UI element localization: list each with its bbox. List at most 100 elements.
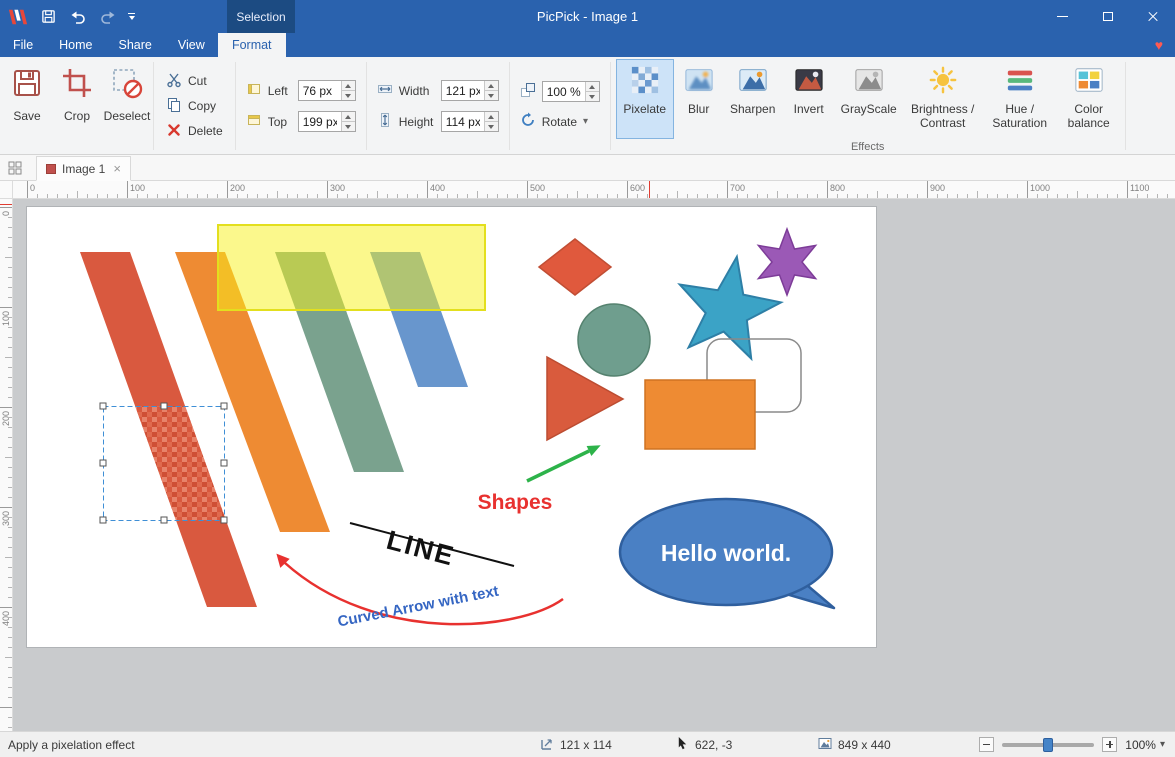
scale-spin-arrows — [585, 82, 599, 101]
speech-bubble-text: Hello world. — [661, 540, 791, 566]
top-spin-up[interactable] — [342, 112, 355, 122]
height-input[interactable] — [442, 112, 484, 131]
ribbon-separator — [153, 62, 154, 150]
grayscale-icon — [854, 65, 884, 99]
clipboard-group: Cut Copy Delete — [155, 58, 234, 154]
save-icon[interactable] — [38, 6, 58, 28]
heart-icon[interactable]: ♥ — [1155, 33, 1163, 57]
left-position-row: Left — [246, 80, 356, 101]
chevron-down-icon: ▾ — [1160, 739, 1165, 750]
copy-button[interactable]: Copy — [166, 97, 223, 116]
tab-view[interactable]: View — [165, 33, 218, 57]
window-layout-icon[interactable] — [0, 155, 30, 180]
pixelate-button[interactable]: Pixelate — [616, 59, 674, 139]
curved-arrow-path — [285, 563, 563, 624]
canvas[interactable]: Shapes LINE Curved Arrow with text Hello… — [27, 207, 876, 647]
sharpen-icon — [738, 65, 768, 99]
brightness-sun-icon — [928, 65, 958, 99]
rotate-button[interactable]: Rotate ▾ — [520, 112, 600, 131]
status-hint: Apply a pixelation effect — [8, 732, 135, 757]
left-spinbox — [298, 80, 356, 101]
diamond-shape — [539, 239, 611, 295]
hue-saturation-button[interactable]: Hue / Saturation — [984, 59, 1056, 139]
save-file-icon — [11, 67, 43, 102]
document-tab-image1[interactable]: Image 1 × — [36, 156, 131, 181]
close-button[interactable] — [1130, 0, 1175, 33]
top-input[interactable] — [299, 112, 341, 131]
height-spin-down[interactable] — [485, 122, 498, 131]
status-bar: Apply a pixelation effect 121 x 114 622,… — [0, 731, 1175, 757]
ruler-row: 010020030040050060070080090010001100 — [0, 181, 1175, 199]
minus-icon — [983, 744, 990, 746]
orange-rectangle-shape — [645, 380, 755, 449]
undo-icon[interactable] — [68, 6, 88, 28]
color-balance-label: Color balance — [1062, 103, 1116, 131]
six-point-star-shape — [758, 229, 815, 295]
cursor-position-value: 622, -3 — [695, 738, 732, 752]
brightness-contrast-button[interactable]: Brightness / Contrast — [904, 59, 982, 139]
document-thumbnail-icon — [46, 164, 56, 174]
image-size-value: 849 x 440 — [838, 738, 891, 752]
grayscale-button[interactable]: GrayScale — [836, 59, 902, 139]
invert-button[interactable]: Invert — [784, 59, 834, 139]
contextual-tab-header: Selection — [227, 0, 295, 33]
sharpen-label: Sharpen — [730, 103, 775, 117]
width-input[interactable] — [442, 81, 484, 100]
plus-icon — [1106, 741, 1113, 748]
zoom-out-button[interactable] — [979, 737, 994, 752]
workspace: 0100200300400 — [0, 199, 1175, 731]
cut-button-label: Cut — [188, 74, 207, 88]
ribbon-separator — [1125, 62, 1126, 150]
vertical-ruler: 0100200300400 — [0, 199, 13, 731]
delete-button-label: Delete — [188, 124, 223, 138]
scale-input[interactable] — [543, 82, 585, 101]
ribbon-separator — [610, 62, 611, 150]
crop-button-label: Crop — [64, 109, 90, 123]
left-spin-up[interactable] — [342, 81, 355, 91]
zoom-cluster: 100% ▾ — [979, 732, 1165, 757]
left-input[interactable] — [299, 81, 341, 100]
tab-format[interactable]: Format — [218, 33, 286, 57]
rotate-label: Rotate — [542, 115, 577, 129]
shapes-text: Shapes — [478, 491, 553, 514]
blur-button[interactable]: Blur — [676, 59, 722, 139]
width-spin-up[interactable] — [485, 81, 498, 91]
delete-button[interactable]: Delete — [166, 122, 223, 141]
scale-spin-up[interactable] — [586, 82, 599, 92]
circle-shape — [578, 304, 650, 376]
zoom-in-button[interactable] — [1102, 737, 1117, 752]
minimize-button[interactable] — [1040, 0, 1085, 33]
scale-spin-down[interactable] — [586, 92, 599, 101]
top-label: Top — [268, 115, 292, 129]
copy-icon — [166, 97, 182, 116]
transform-group: Rotate ▾ — [511, 58, 609, 154]
color-balance-button[interactable]: Color balance — [1058, 59, 1120, 139]
crop-button[interactable]: Crop — [53, 59, 101, 153]
width-label: Width — [399, 84, 435, 98]
save-button[interactable]: Save — [3, 59, 51, 153]
selection-group: Save Crop Deselect — [2, 58, 152, 154]
width-spin-down[interactable] — [485, 91, 498, 100]
tab-close-icon[interactable]: × — [113, 162, 121, 175]
sharpen-button[interactable]: Sharpen — [724, 59, 782, 139]
maximize-button[interactable] — [1085, 0, 1130, 33]
zoom-slider[interactable] — [1002, 743, 1094, 747]
tab-file[interactable]: File — [0, 33, 46, 57]
deselect-button[interactable]: Deselect — [103, 59, 151, 153]
scissors-icon — [166, 72, 182, 91]
left-label: Left — [268, 84, 292, 98]
left-spin-down[interactable] — [342, 91, 355, 100]
tab-home[interactable]: Home — [46, 33, 105, 57]
zoom-level-dropdown[interactable]: 100% ▾ — [1125, 738, 1165, 752]
ruler-corner — [0, 181, 13, 199]
height-spin-up[interactable] — [485, 112, 498, 122]
ribbon-separator — [235, 62, 236, 150]
crop-icon — [61, 67, 93, 102]
top-spin-down[interactable] — [342, 122, 355, 131]
delete-x-icon — [166, 122, 182, 141]
customize-toolbar-icon[interactable] — [128, 13, 135, 20]
tab-share[interactable]: Share — [106, 33, 165, 57]
redo-icon[interactable] — [98, 6, 118, 28]
zoom-slider-thumb[interactable] — [1043, 738, 1053, 752]
cut-button[interactable]: Cut — [166, 72, 223, 91]
